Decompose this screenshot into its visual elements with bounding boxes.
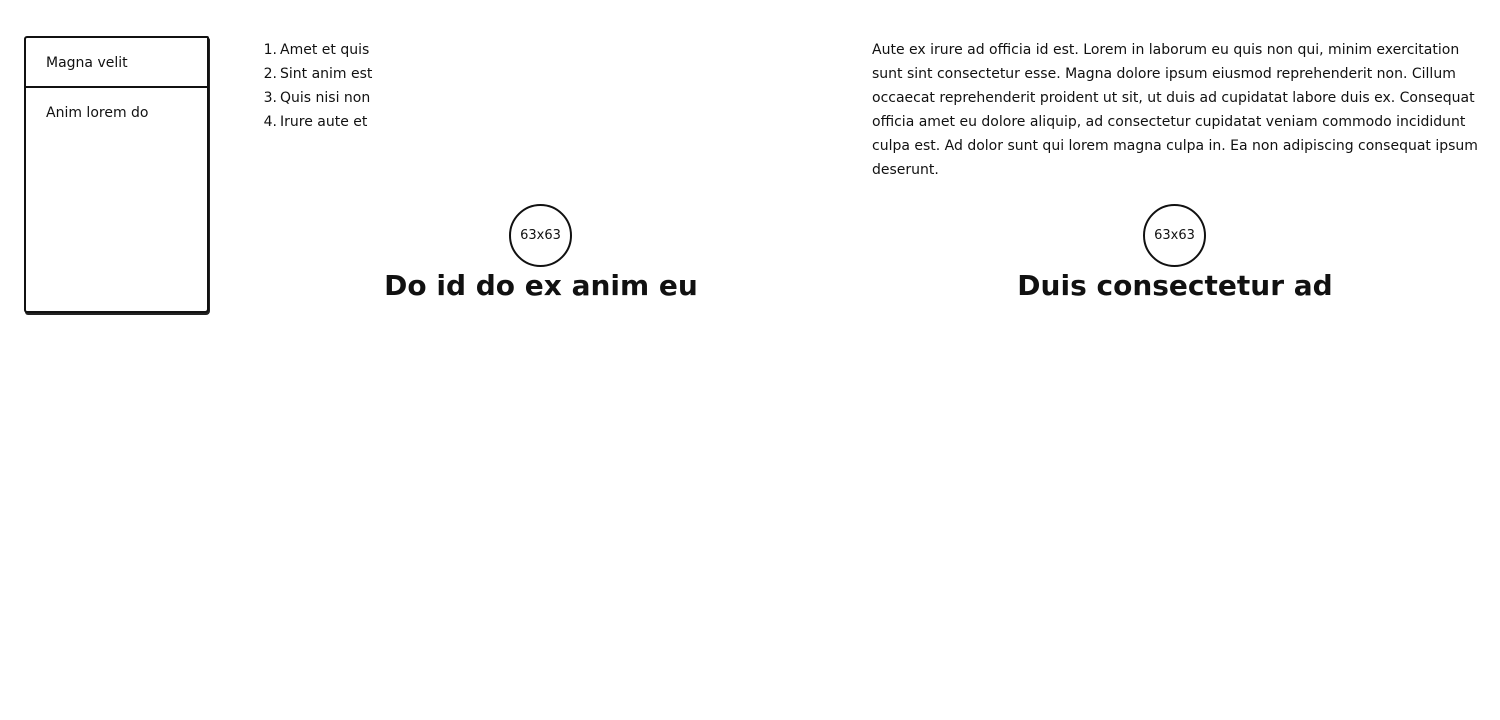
sidebar-item-label: Anim lorem do [46, 105, 149, 121]
image-placeholder-label: 63x63 [1154, 228, 1195, 243]
card-title: Do id do ex anim eu [384, 269, 698, 302]
list-item: 3. Quis nisi non [260, 86, 372, 110]
image-placeholder-label: 63x63 [520, 228, 561, 243]
list-item: 1. Amet et quis [260, 38, 372, 62]
image-placeholder: 63x63 [509, 204, 572, 267]
sidebar-item-anim-lorem-do[interactable]: Anim lorem do [26, 88, 207, 138]
card-title: Duis consectetur ad [1017, 269, 1333, 302]
sidebar-item-magna-velit[interactable]: Magna velit [26, 38, 207, 88]
list-item-number: 3. [263, 90, 277, 106]
body-paragraph: Aute ex irure ad officia id est. Lorem i… [872, 42, 1478, 178]
list-item-text: Amet et quis [280, 42, 370, 58]
list-item-text: Quis nisi non [280, 90, 371, 106]
numbered-list: 1. Amet et quis 2. Sint anim est 3. Quis… [260, 38, 373, 134]
list-item: 4. Irure aute et [260, 110, 372, 134]
list-item-number: 2. [263, 66, 277, 82]
list-item-text: Irure aute et [280, 114, 368, 130]
list-item-text: Sint anim est [280, 66, 373, 82]
list-item-number: 1. [263, 42, 277, 58]
sidebar-list: Magna velit Anim lorem do [24, 36, 209, 313]
list-item-number: 4. [263, 114, 277, 130]
sidebar-item-label: Magna velit [46, 55, 128, 71]
list-item: 2. Sint anim est [260, 62, 373, 86]
image-placeholder: 63x63 [1143, 204, 1206, 267]
